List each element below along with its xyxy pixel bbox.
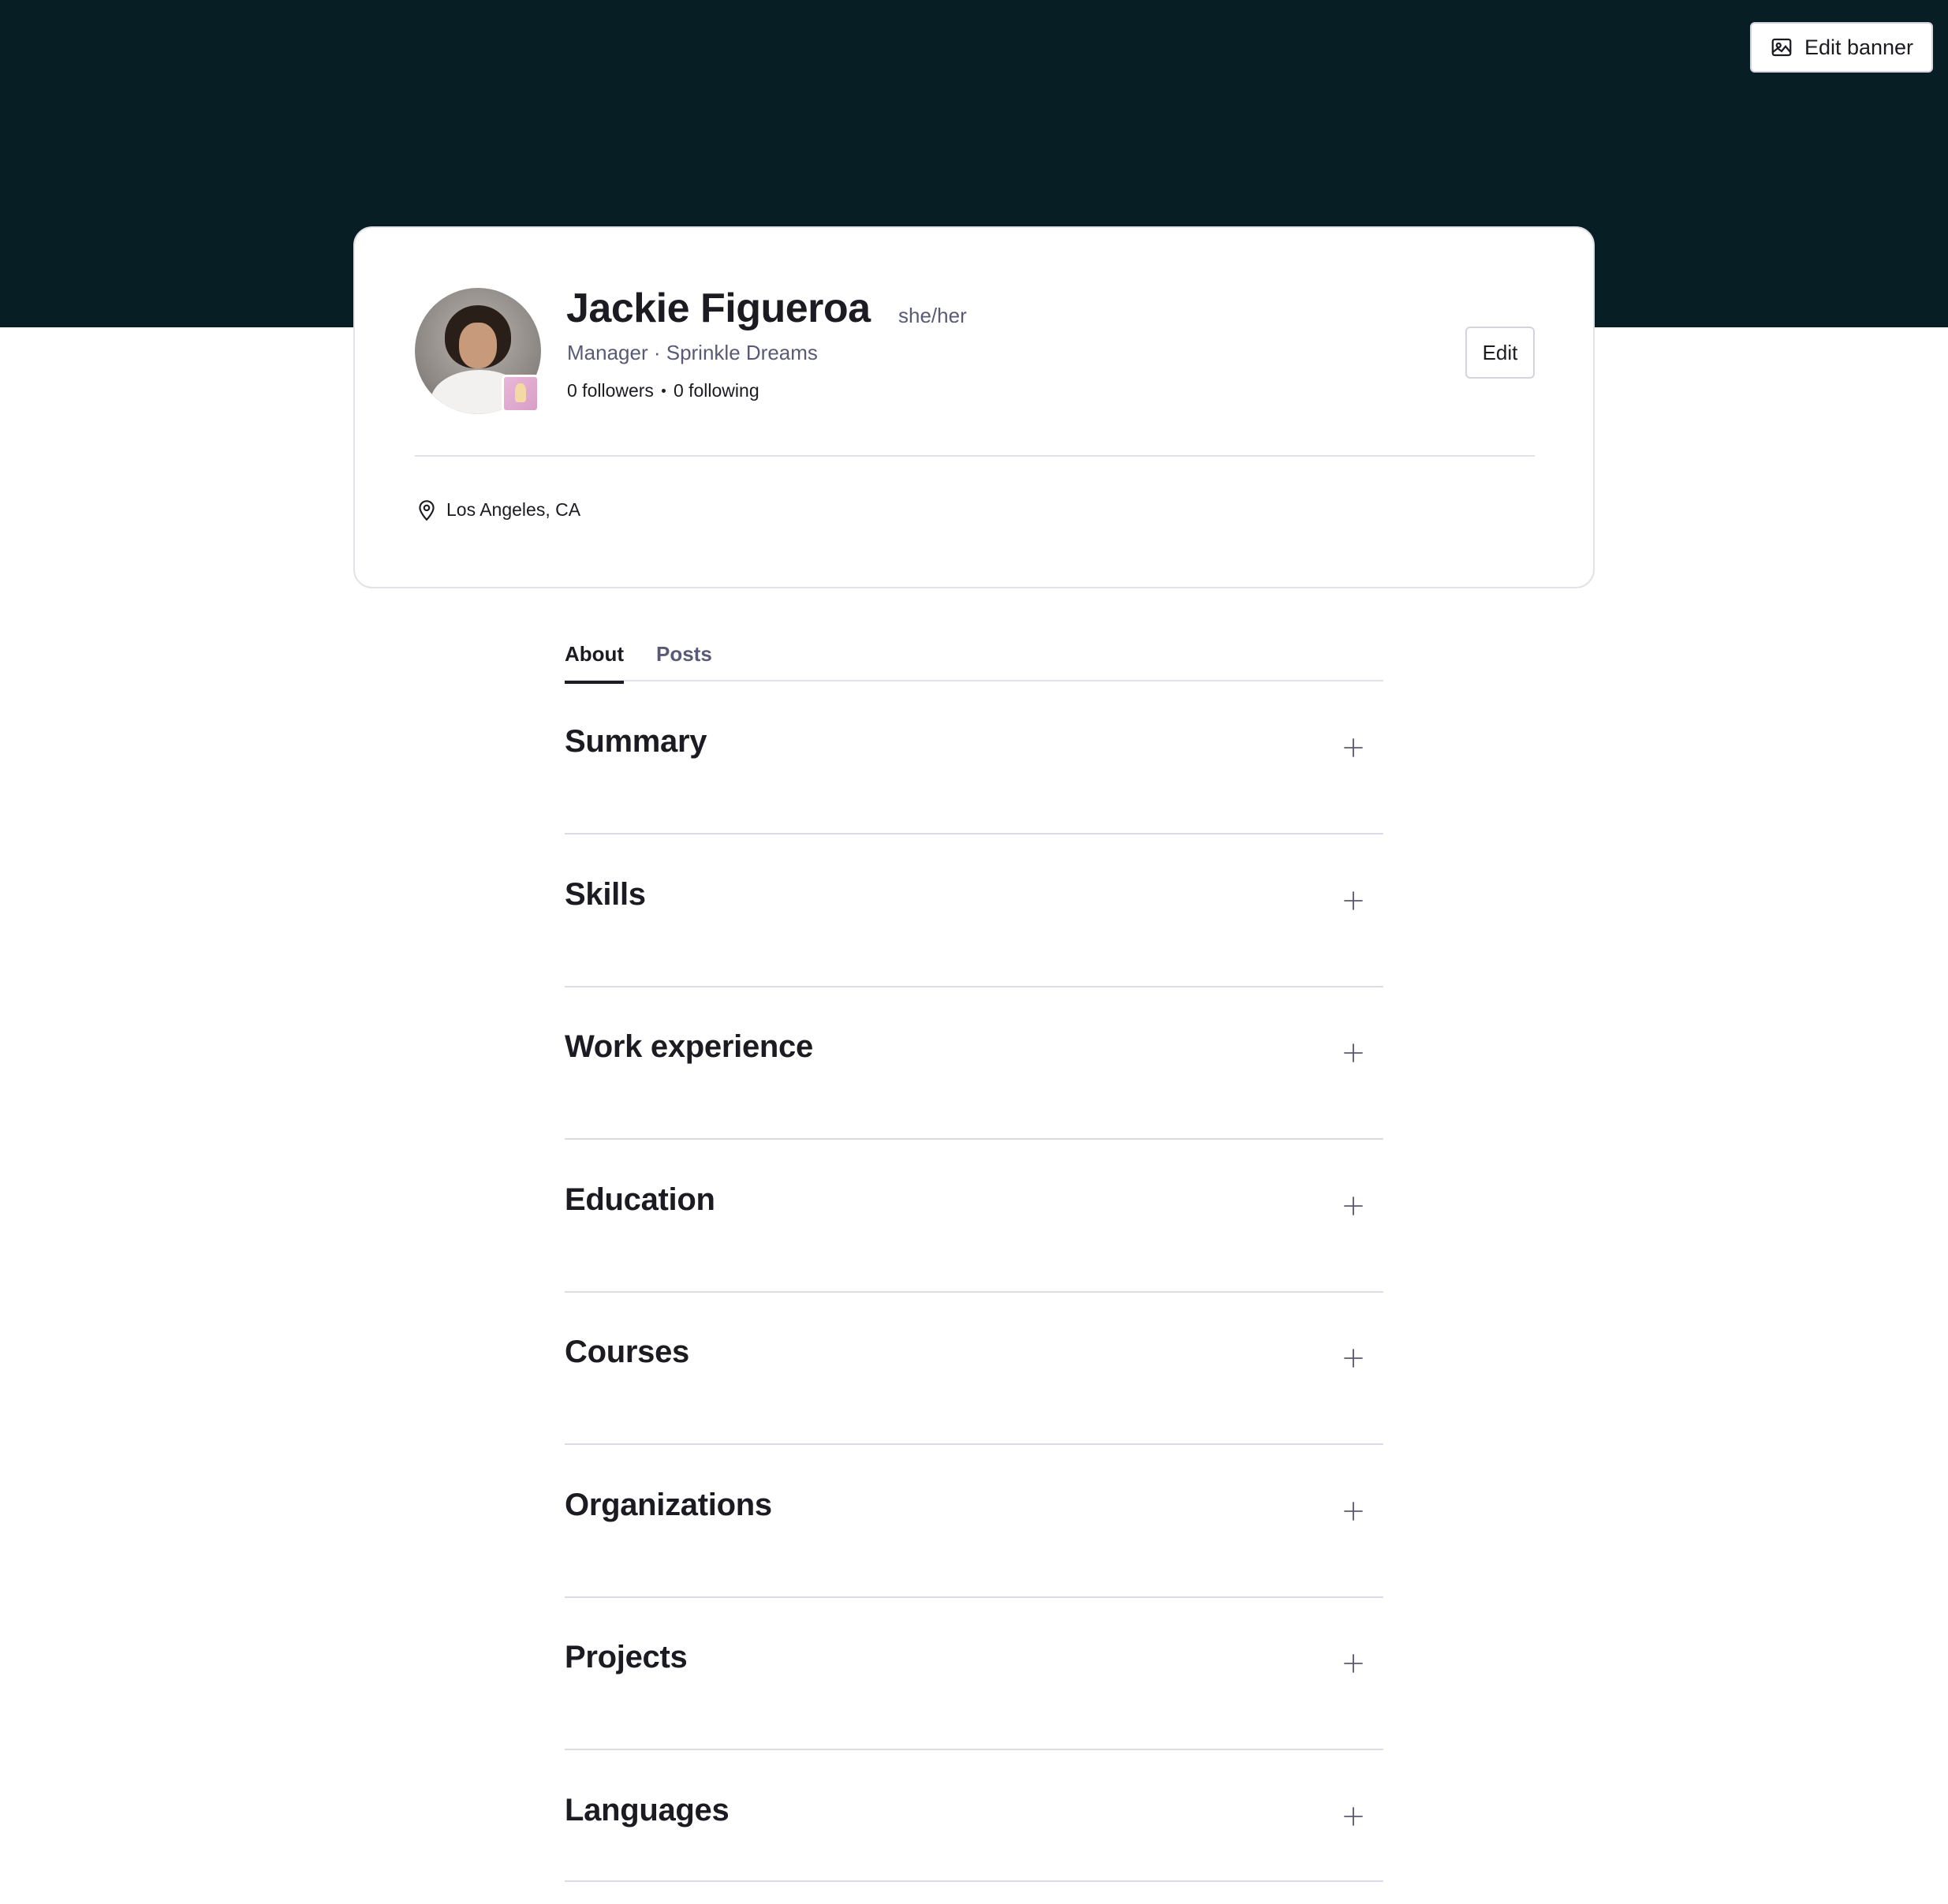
plus-icon (1344, 1043, 1363, 1062)
add-skills-button[interactable] (1336, 883, 1371, 918)
section-projects: Projects (565, 1597, 1383, 1750)
edit-banner-label: Edit banner (1804, 35, 1914, 59)
plus-icon (1344, 1807, 1363, 1826)
section-organizations: Organizations (565, 1445, 1383, 1598)
section-courses: Courses (565, 1292, 1383, 1445)
add-courses-button[interactable] (1336, 1341, 1371, 1376)
follow-stats: 0 followers 0 following (567, 380, 759, 401)
add-work-experience-button[interactable] (1336, 1036, 1371, 1070)
separator-dot (661, 389, 666, 393)
tab-about[interactable]: About (565, 642, 625, 684)
image-icon (1771, 38, 1792, 57)
edit-banner-button[interactable]: Edit banner (1750, 22, 1933, 73)
followers-link[interactable]: 0 followers (567, 380, 654, 401)
following-link[interactable]: 0 following (674, 380, 759, 401)
section-title: Skills (565, 877, 646, 912)
plus-icon (1344, 1654, 1363, 1673)
plus-icon (1344, 1502, 1363, 1521)
divider (415, 455, 1535, 457)
section-skills: Skills (565, 834, 1383, 987)
section-title: Organizations (565, 1488, 772, 1522)
section-title: Education (565, 1182, 715, 1217)
profile-page: Edit banner Jackie Figueroa she/her Mana… (0, 0, 1948, 1904)
section-languages: Languages (565, 1750, 1383, 1882)
section-work-experience: Work experience (565, 987, 1383, 1140)
plus-icon (1344, 1349, 1363, 1368)
section-title: Work experience (565, 1029, 813, 1064)
profile-name: Jackie Figueroa (566, 286, 871, 331)
tab-posts[interactable]: Posts (656, 642, 712, 681)
company-logo (502, 375, 539, 413)
location-text: Los Angeles, CA (446, 498, 581, 520)
section-title: Courses (565, 1335, 689, 1369)
plus-icon (1344, 1197, 1363, 1215)
profile-card: Jackie Figueroa she/her Manager · Sprink… (353, 226, 1595, 588)
add-summary-button[interactable] (1336, 730, 1371, 765)
section-title: Projects (565, 1640, 688, 1674)
section-title: Languages (565, 1793, 730, 1827)
add-projects-button[interactable] (1336, 1646, 1371, 1681)
location: Los Angeles, CA (416, 498, 580, 521)
profile-headline: Manager · Sprinkle Dreams (567, 341, 818, 364)
add-languages-button[interactable] (1336, 1799, 1371, 1834)
plus-icon (1344, 738, 1363, 757)
section-title: Summary (565, 724, 707, 759)
edit-profile-button[interactable]: Edit (1465, 327, 1535, 379)
section-education: Education (565, 1140, 1383, 1293)
add-organizations-button[interactable] (1336, 1494, 1371, 1529)
map-pin-icon (419, 500, 435, 521)
profile-tabs: About Posts (565, 637, 1383, 684)
add-education-button[interactable] (1336, 1189, 1371, 1223)
section-summary: Summary (565, 681, 1383, 834)
profile-pronouns: she/her (898, 304, 967, 327)
plus-icon (1344, 891, 1363, 910)
